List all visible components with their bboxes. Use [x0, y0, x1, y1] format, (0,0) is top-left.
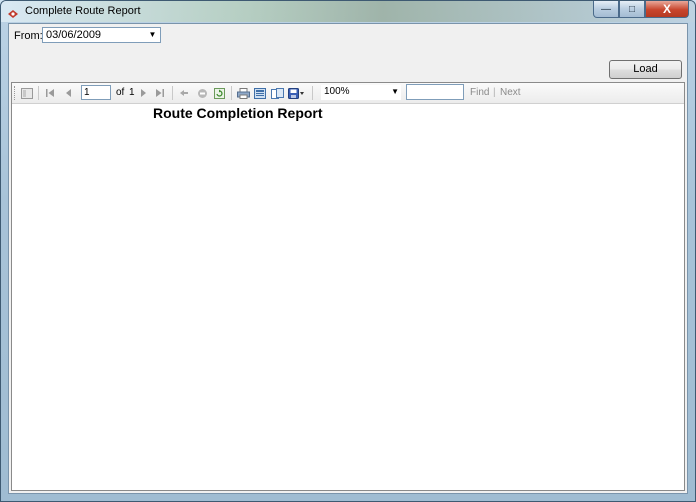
toolbar-separator — [38, 86, 39, 100]
maximize-icon: □ — [628, 3, 636, 15]
toolbar-separator — [172, 86, 173, 100]
app-icon — [7, 6, 19, 18]
form-client-area: From: 03/06/2009 ▼ Load 1 of 1 100% ▼ Fi… — [8, 23, 688, 494]
viewer-toolbar: 1 of 1 100% ▼ Find | Next — [12, 83, 684, 104]
previous-page-icon[interactable] — [62, 87, 74, 99]
from-label: From: — [14, 30, 43, 42]
chevron-down-icon[interactable]: ▼ — [146, 29, 159, 41]
close-icon: X — [662, 2, 671, 16]
find-input[interactable] — [406, 84, 464, 100]
stop-icon[interactable] — [196, 87, 208, 99]
minimize-icon: — — [601, 3, 611, 15]
toolbar-grip — [14, 86, 18, 100]
toolbar-separator — [312, 86, 313, 100]
find-link[interactable]: Find — [470, 87, 489, 98]
refresh-icon[interactable] — [213, 87, 225, 99]
total-pages: 1 — [129, 87, 135, 98]
first-page-icon[interactable] — [44, 87, 56, 99]
caption-buttons: — □ X — [593, 1, 689, 19]
next-page-icon[interactable] — [138, 87, 150, 99]
current-page-input[interactable]: 1 — [81, 85, 111, 100]
page-setup-icon[interactable] — [270, 87, 284, 99]
report-viewer: 1 of 1 100% ▼ Find | Next Route Completi… — [11, 82, 685, 491]
window-title: Complete Route Report — [25, 5, 141, 17]
title-bar[interactable]: Complete Route Report — □ X — [1, 1, 695, 22]
zoom-value: 100% — [324, 86, 350, 97]
page-of-label: of — [116, 87, 125, 98]
minimize-button[interactable]: — — [593, 1, 619, 18]
zoom-select[interactable]: 100% ▼ — [321, 85, 401, 100]
close-button[interactable]: X — [645, 1, 689, 18]
print-icon[interactable] — [236, 87, 250, 99]
maximize-button[interactable]: □ — [619, 1, 645, 18]
report-window: Complete Route Report — □ X From: 03/06/… — [0, 0, 696, 502]
from-date-value: 03/06/2009 — [46, 29, 102, 41]
report-title: Route Completion Report — [153, 105, 323, 121]
back-icon[interactable] — [178, 87, 190, 99]
find-separator: | — [493, 87, 496, 98]
export-save-icon[interactable] — [287, 87, 305, 99]
toolbar-separator — [231, 86, 232, 100]
from-date-picker[interactable]: 03/06/2009 ▼ — [42, 27, 161, 43]
chevron-down-icon[interactable]: ▼ — [391, 85, 399, 98]
find-next-link[interactable]: Next — [500, 87, 521, 98]
print-layout-icon[interactable] — [253, 87, 267, 99]
document-map-icon[interactable] — [20, 87, 34, 99]
last-page-icon[interactable] — [154, 87, 166, 99]
load-button[interactable]: Load — [609, 60, 682, 79]
